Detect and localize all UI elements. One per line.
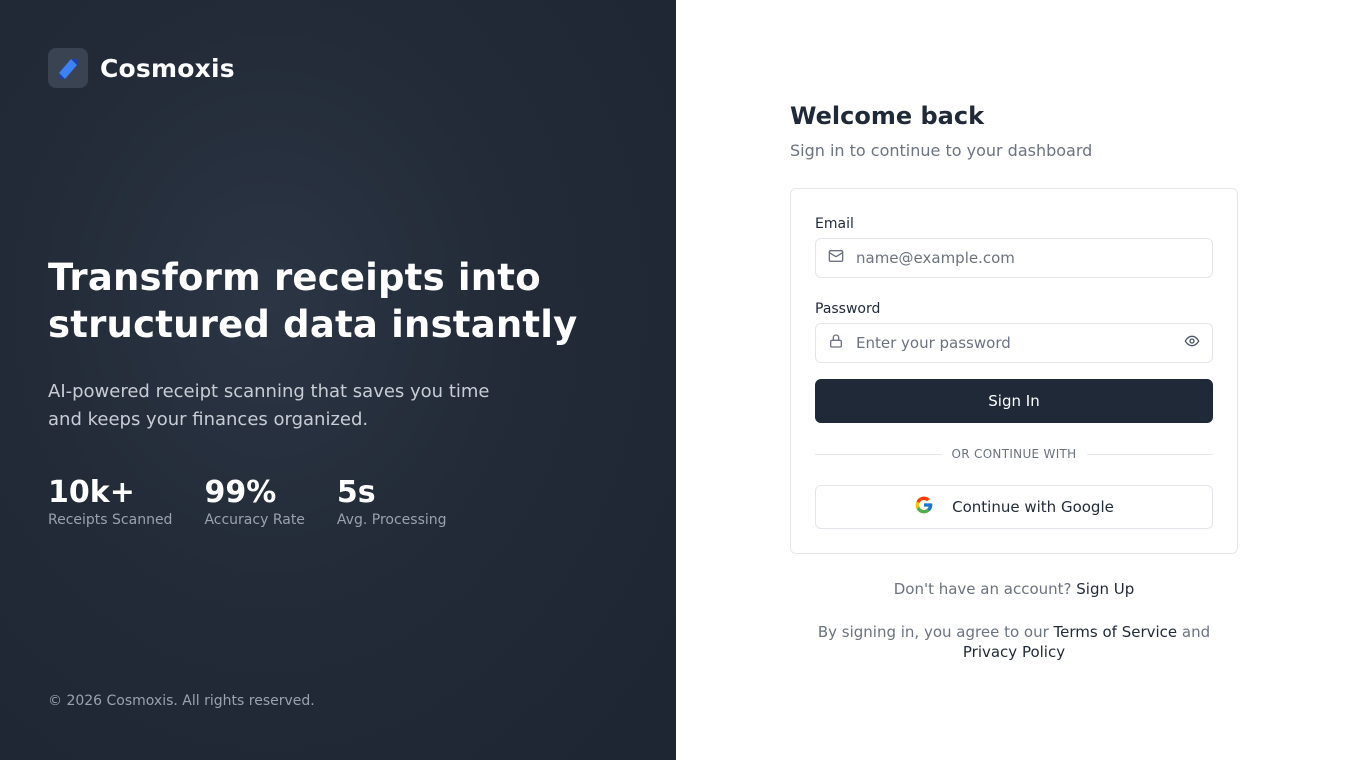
hero-description: AI-powered receipt scanning that saves y… <box>48 381 490 430</box>
hero-headline: Transform receipts into structured data … <box>48 256 578 346</box>
copyright: © 2026 Cosmoxis. All rights reserved. <box>48 693 315 709</box>
brand: Cosmoxis <box>48 48 628 88</box>
login-form-wrapper: Welcome back Sign in to continue to your… <box>790 100 1238 662</box>
login-card: Email Password <box>790 188 1238 554</box>
mail-icon <box>828 248 844 268</box>
stat-label: Accuracy Rate <box>204 512 305 528</box>
password-label: Password <box>815 301 881 317</box>
lock-icon <box>828 333 844 353</box>
marketing-panel: Cosmoxis Transform receipts into structu… <box>0 0 676 760</box>
email-input[interactable] <box>856 249 1200 267</box>
google-icon <box>914 495 934 519</box>
stat-receipts-scanned: 10k+ Receipts Scanned <box>48 475 173 529</box>
terms-notice: By signing in, you agree to our Terms of… <box>790 622 1238 662</box>
privacy-policy-link[interactable]: Privacy Policy <box>963 643 1065 661</box>
stat-label: Receipts Scanned <box>48 512 173 528</box>
stat-value: 5s <box>336 475 376 510</box>
login-panel: Welcome back Sign in to continue to your… <box>676 0 1352 760</box>
divider-text: OR CONTINUE WITH <box>951 447 1077 461</box>
password-input-wrapper <box>815 323 1213 363</box>
login-page: Cosmoxis Transform receipts into structu… <box>0 0 1352 760</box>
email-label: Email <box>815 216 854 232</box>
password-field-group: Password <box>815 298 1213 363</box>
terms-prefix: By signing in, you agree to our <box>817 623 1049 641</box>
stat-value: 99% <box>204 475 277 510</box>
divider: OR CONTINUE WITH <box>815 447 1214 461</box>
sign-in-button[interactable]: Sign In <box>815 379 1213 423</box>
hero: Transform receipts into structured data … <box>48 254 608 528</box>
email-input-wrapper <box>815 238 1213 278</box>
stat-accuracy-rate: 99% Accuracy Rate <box>204 475 305 529</box>
divider-line <box>815 453 942 455</box>
page-subtitle: Sign in to continue to your dashboard <box>790 141 1093 160</box>
email-field-group: Email <box>815 213 1213 278</box>
terms-and: and <box>1181 623 1211 641</box>
stat-avg-processing: 5s Avg. Processing <box>336 475 447 529</box>
password-input[interactable] <box>856 334 1172 352</box>
eye-icon[interactable] <box>1184 333 1200 353</box>
signup-prompt-text: Don't have an account? <box>893 580 1072 598</box>
cosmoxis-logo-icon <box>48 48 88 88</box>
stat-label: Avg. Processing <box>336 512 447 528</box>
page-title: Welcome back <box>790 102 985 130</box>
stats: 10k+ Receipts Scanned 99% Accuracy Rate … <box>48 475 608 529</box>
divider-line <box>1086 453 1214 455</box>
stat-value: 10k+ <box>48 475 135 510</box>
sign-up-link[interactable]: Sign Up <box>1076 580 1134 598</box>
google-sign-in-button[interactable]: Continue with Google <box>815 485 1213 529</box>
signup-prompt: Don't have an account? Sign Up <box>790 580 1238 598</box>
brand-name: Cosmoxis <box>100 53 235 83</box>
terms-of-service-link[interactable]: Terms of Service <box>1054 623 1178 641</box>
google-button-label: Continue with Google <box>952 498 1114 516</box>
